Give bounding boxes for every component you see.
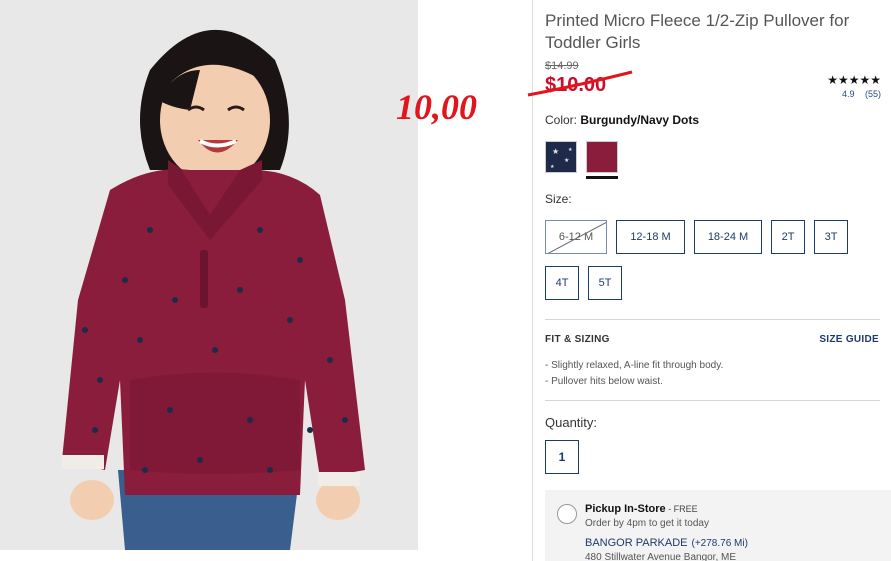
size-option-12-18m[interactable]: 12-18 M bbox=[616, 220, 685, 254]
product-image[interactable] bbox=[0, 0, 418, 550]
fit-list: - Slightly relaxed, A-line fit through b… bbox=[545, 358, 723, 390]
svg-text:★: ★ bbox=[568, 147, 573, 153]
divider bbox=[545, 400, 880, 401]
quantity-input[interactable]: 1 bbox=[545, 440, 579, 474]
star-pattern-icon: ★ ★ ★ ★ bbox=[550, 147, 573, 170]
store-distance: (+278.76 Mi) bbox=[691, 538, 748, 549]
fit-sizing-title: FIT & SIZING bbox=[545, 334, 610, 345]
svg-text:★: ★ bbox=[550, 164, 555, 170]
annotation-strike-line bbox=[527, 70, 633, 97]
size-guide-link[interactable]: SIZE GUIDE bbox=[819, 334, 879, 345]
size-option-5t[interactable]: 5T bbox=[588, 266, 622, 300]
size-label: Size: bbox=[545, 192, 572, 206]
pickup-in-store-option[interactable]: Pickup In-Store - FREE Order by 4pm to g… bbox=[545, 490, 891, 561]
store-name[interactable]: BANGOR PARKADE bbox=[585, 537, 688, 549]
rating[interactable]: ★★★★★ 4.9 (55) bbox=[827, 74, 881, 99]
pickup-subtitle: Order by 4pm to get it today bbox=[585, 518, 709, 529]
size-option-6-12m[interactable]: 6-12 M bbox=[545, 220, 607, 254]
pickup-title-text: Pickup In-Store bbox=[585, 503, 666, 515]
size-option-3t[interactable]: 3T bbox=[814, 220, 848, 254]
rating-meta[interactable]: 4.9 (55) bbox=[827, 89, 881, 99]
fit-item: - Slightly relaxed, A-line fit through b… bbox=[545, 360, 724, 371]
pickup-free: - FREE bbox=[665, 504, 698, 514]
star-rating-icon: ★★★★★ bbox=[827, 73, 881, 87]
divider bbox=[545, 319, 880, 320]
fit-item: - Pullover hits below waist. bbox=[545, 376, 663, 387]
store-name-link[interactable]: BANGOR PARKADE (+278.76 Mi) bbox=[585, 537, 748, 549]
store-address: 480 Stillwater Avenue Bangor, ME bbox=[585, 552, 737, 561]
pickup-title: Pickup In-Store - FREE bbox=[585, 503, 698, 515]
svg-text:★: ★ bbox=[564, 157, 569, 164]
product-title: Printed Micro Fleece 1/2-Zip Pullover fo… bbox=[545, 11, 850, 52]
product-photo-illustration bbox=[0, 0, 418, 550]
svg-text:★: ★ bbox=[552, 147, 559, 156]
quantity-label: Quantity: bbox=[545, 415, 598, 430]
review-count[interactable]: (55) bbox=[865, 89, 881, 99]
rating-score: 4.9 bbox=[841, 89, 855, 99]
size-option-18-24m[interactable]: 18-24 M bbox=[694, 220, 762, 254]
color-label-text: Color: bbox=[545, 113, 578, 127]
selected-swatch-indicator bbox=[586, 176, 618, 179]
swatch-burgundy-dots[interactable] bbox=[586, 141, 618, 173]
annotation-price: 10,00 bbox=[396, 87, 477, 127]
color-label: Color: Burgundy/Navy Dots bbox=[545, 113, 699, 127]
size-option-2t[interactable]: 2T bbox=[771, 220, 805, 254]
pickup-radio[interactable] bbox=[557, 504, 577, 524]
selected-color: Burgundy/Navy Dots bbox=[580, 113, 700, 127]
size-option-4t[interactable]: 4T bbox=[545, 266, 579, 300]
swatch-navy-stars[interactable]: ★ ★ ★ ★ bbox=[545, 141, 577, 173]
